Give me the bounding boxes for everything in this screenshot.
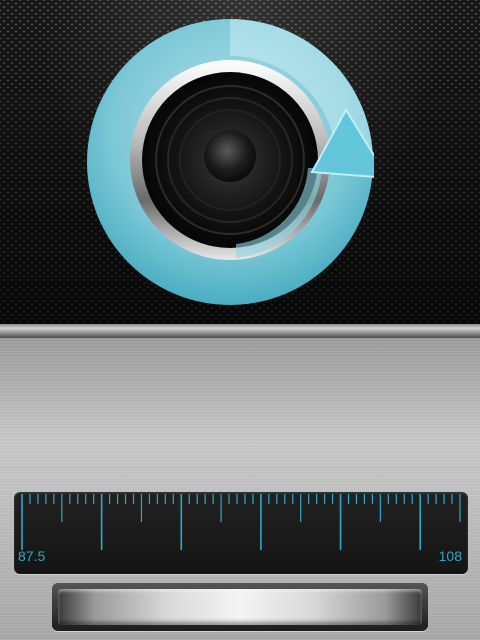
- speaker-refresh-button[interactable]: [86, 18, 374, 306]
- tuning-slider-knob[interactable]: [58, 589, 422, 625]
- tuning-slider[interactable]: [52, 583, 428, 631]
- frequency-ticks: [21, 494, 461, 550]
- frequency-scale: [14, 492, 468, 574]
- panel-divider: [0, 324, 480, 338]
- speaker-icon: [87, 19, 374, 305]
- frequency-min-label: 87.5: [18, 548, 46, 564]
- frequency-max-label: 108: [438, 548, 462, 564]
